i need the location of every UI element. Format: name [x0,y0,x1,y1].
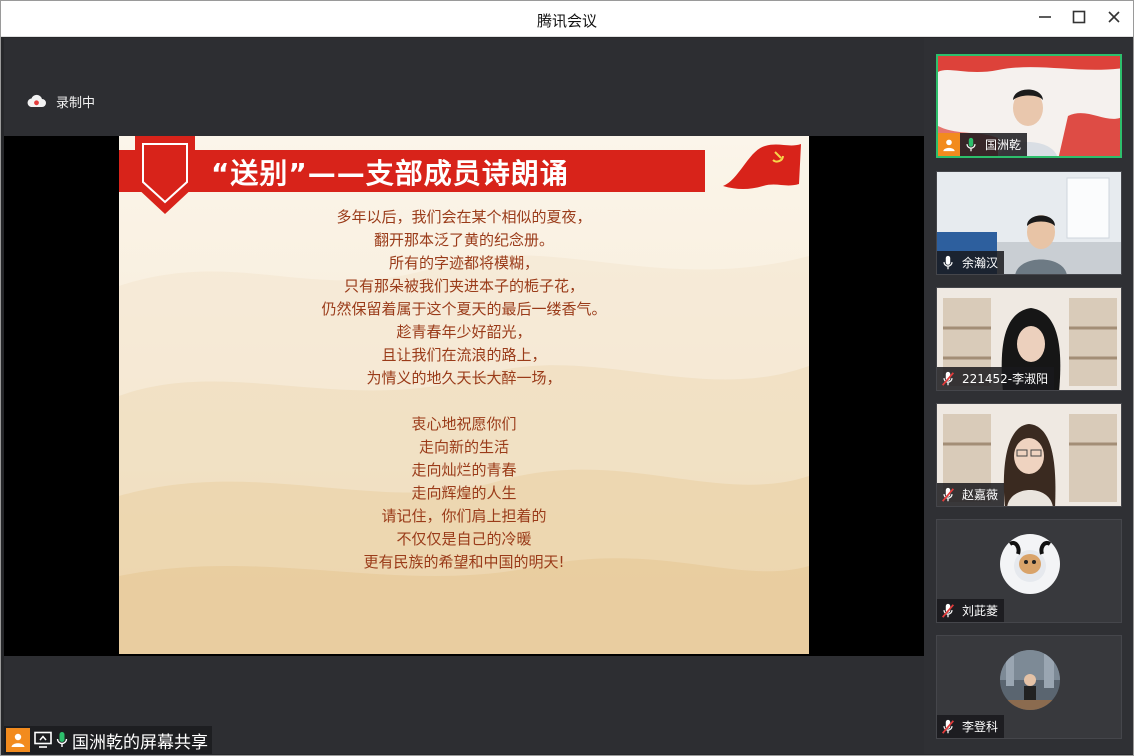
slide-title: “送别”——支部成员诗朗诵 [211,157,569,190]
participant-video-panel: 国洲乾 余瀚汉 221452-李淑阳 赵嘉薇 刘茈菱 李登科 [924,38,1133,754]
participant-name-tag: 李登科 [937,715,1005,738]
poem-gap [119,390,809,413]
screen-share-icon [34,731,52,748]
host-icon [938,133,960,156]
slide-viewport: “送别”——支部成员诗朗诵 多年以后，我们会在某个相似的夏夜， 翻开那本泛了黄的纪… [4,136,924,656]
minimize-button[interactable] [1033,7,1057,31]
participant-name: 刘茈菱 [962,604,999,618]
participant-tile[interactable]: 余瀚汉 [936,171,1122,275]
recording-indicator[interactable]: 录制中 [26,91,95,111]
party-flag-icon [723,144,801,189]
cloud-record-icon [27,94,46,107]
microphone-icon [56,732,68,747]
title-bar: 腾讯会议 [1,1,1133,37]
avatar [1000,650,1060,710]
screen-share-label: 国洲乾的屏幕共享 [72,732,208,753]
microphone-muted-icon [937,367,959,390]
microphone-icon [960,133,982,156]
screen-share-badge[interactable]: 国洲乾的屏幕共享 [4,726,212,754]
poem-line: 趁青春年少好韶光， [396,323,532,341]
recording-label: 录制中 [56,95,96,111]
stage-top-bar: 录制中 [4,38,924,136]
participant-name: 李登科 [962,720,999,734]
poem-line: 请记住，你们肩上担着的 [381,507,547,525]
poem-line: 多年以后，我们会在某个相似的夏夜， [336,208,592,226]
participant-tile[interactable]: 刘茈菱 [936,519,1122,623]
participant-tile[interactable]: 221452-李淑阳 [936,287,1122,391]
participant-name: 国洲乾 [985,138,1022,152]
minimize-icon [1039,16,1051,18]
poem-line: 衷心地祝愿你们 [411,415,517,433]
participant-name-tag: 刘茈菱 [937,599,1005,622]
presentation-slide: “送别”——支部成员诗朗诵 多年以后，我们会在某个相似的夏夜， 翻开那本泛了黄的纪… [119,136,809,654]
poem-line: 且让我们在流浪的路上， [381,346,547,364]
poem-line: 仍然保留着属于这个夏天的最后一缕香气。 [321,300,607,318]
close-icon [1108,11,1120,23]
poem-line: 翻开那本泛了黄的纪念册。 [373,231,554,249]
avatar [1000,534,1060,594]
window-title: 腾讯会议 [536,12,597,30]
close-button[interactable] [1102,7,1126,31]
participant-name-tag: 221452-李淑阳 [937,367,1055,390]
host-icon [6,728,30,752]
participant-name: 赵嘉薇 [962,488,999,502]
participant-name: 余瀚汉 [962,256,999,270]
poem-text: 多年以后，我们会在某个相似的夏夜， 翻开那本泛了黄的纪念册。 所有的字迹都将模糊， 只… [119,206,809,574]
participant-name: 221452-李淑阳 [962,372,1049,386]
shared-screen-stage: 录制中 “送别”——支部成员诗朗诵 多年以后，我们会在某个相似的夏夜， 翻开那本… [4,38,924,754]
poem-line: 为情义的地久天长大醉一场， [366,369,562,387]
maximize-icon [1072,10,1086,24]
app-window: 腾讯会议 录制中 “送别”——支部成员诗朗诵 多年以后，我们会在某个相似的夏夜，… [0,0,1134,756]
poem-line: 走向新的生活 [418,438,509,456]
participant-name-tag: 余瀚汉 [937,251,1005,274]
participant-tile[interactable]: 李登科 [936,635,1122,739]
microphone-icon [937,251,959,274]
microphone-muted-icon [937,599,959,622]
participant-name-tag: 赵嘉薇 [937,483,1005,506]
ribbon-tab-decoration [135,136,195,214]
maximize-button[interactable] [1067,7,1091,31]
poem-line: 走向灿烂的青春 [411,461,517,479]
poem-line: 更有民族的希望和中国的明天! [363,553,565,571]
microphone-muted-icon [937,483,959,506]
poem-line: 不仅仅是自己的冷暖 [396,530,532,548]
participant-name-tag: 国洲乾 [938,133,1028,156]
participant-tile[interactable]: 赵嘉薇 [936,403,1122,507]
poem-line: 走向辉煌的人生 [411,484,517,502]
participant-tile[interactable]: 国洲乾 [936,54,1122,158]
poem-line: 只有那朵被我们夹进本子的栀子花， [343,277,584,295]
microphone-muted-icon [937,715,959,738]
poem-line: 所有的字迹都将模糊， [388,254,539,272]
